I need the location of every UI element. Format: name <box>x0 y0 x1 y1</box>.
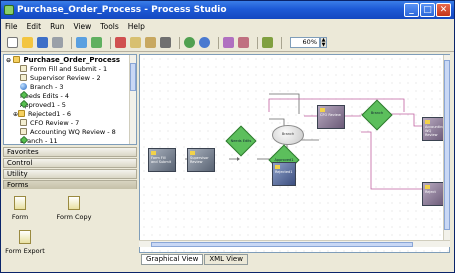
menu-help[interactable]: Help <box>128 22 145 31</box>
tree-item[interactable]: ⊕ Rejected1 - 6 <box>13 110 71 118</box>
folder-icon <box>18 110 26 117</box>
tree-item[interactable]: Branch - 11 <box>19 135 58 144</box>
zoom-field[interactable]: 60% <box>290 37 320 48</box>
folder-icon <box>13 56 21 63</box>
tree-item[interactable]: Accounting WQ Review - 8 <box>20 128 116 136</box>
document-icon <box>20 74 27 81</box>
canvas-horizontal-scrollbar[interactable] <box>139 240 450 247</box>
document-icon <box>20 119 27 126</box>
sphere-icon <box>20 83 27 90</box>
forms-palette: Form Form Copy Form Export <box>3 189 137 269</box>
minimize-button[interactable]: _ <box>404 3 419 17</box>
delete-icon[interactable] <box>160 37 171 48</box>
menu-edit[interactable]: Edit <box>27 22 42 31</box>
app-icon <box>4 5 14 15</box>
diagram-links <box>185 93 427 191</box>
view-tabs: Graphical View XML View <box>141 254 249 266</box>
accordion-favorites[interactable]: Favorites <box>3 147 137 157</box>
tree-root[interactable]: ⊖ Purchase_Order_Process <box>6 56 120 64</box>
window-title: Purchase_Order_Process - Process Studio <box>17 5 227 15</box>
tree-item[interactable]: CFO Review - 7 <box>20 119 79 127</box>
tree-item[interactable]: Form Fill and Submit - 1 <box>20 65 107 73</box>
tree-item[interactable]: Approved1 - 5 <box>19 99 66 109</box>
status-bar <box>1 268 454 272</box>
diagram-branch-node[interactable]: Branch <box>272 125 304 145</box>
form-export-item[interactable]: Form Export <box>5 230 45 255</box>
import-icon[interactable] <box>76 37 87 48</box>
cut-icon[interactable] <box>115 37 126 48</box>
left-panel: ⊖ Purchase_Order_Process Form Fill and S… <box>3 54 137 269</box>
align-icon[interactable] <box>223 37 234 48</box>
tree-item[interactable]: Supervisor Review - 2 <box>20 74 101 82</box>
tree-item[interactable]: Needs Edits - 4 <box>19 90 69 100</box>
title-bar: Purchase_Order_Process - Process Studio … <box>1 1 454 19</box>
open-icon[interactable] <box>22 37 33 48</box>
print-icon[interactable] <box>52 37 63 48</box>
diagram-task-node[interactable]: Supervisor Review <box>187 148 215 172</box>
toolbar: 60% ▲ ▼ <box>1 34 454 52</box>
export-icon[interactable] <box>91 37 102 48</box>
new-icon[interactable] <box>7 37 18 48</box>
close-button[interactable]: ✕ <box>436 3 451 17</box>
document-icon <box>20 65 27 72</box>
run-icon[interactable] <box>184 37 195 48</box>
canvas-vertical-scrollbar[interactable] <box>443 55 450 240</box>
copy-icon[interactable] <box>130 37 141 48</box>
process-tree: ⊖ Purchase_Order_Process Form Fill and S… <box>3 54 137 145</box>
form-copy-item[interactable]: Form Copy <box>55 196 93 221</box>
maximize-button[interactable]: □ <box>420 3 435 17</box>
menu-run[interactable]: Run <box>50 22 64 31</box>
debug-icon[interactable] <box>199 37 210 48</box>
diagram-task-node[interactable]: Form Fill and Submit <box>148 148 176 172</box>
process-studio-window: Purchase_Order_Process - Process Studio … <box>0 0 455 273</box>
menu-view[interactable]: View <box>73 22 91 31</box>
distribute-icon[interactable] <box>238 37 249 48</box>
form-icon <box>14 196 26 210</box>
tree-scrollbar[interactable] <box>129 55 136 144</box>
accordion-utility[interactable]: Utility <box>3 169 137 179</box>
diagram-task-node[interactable]: CFO Review <box>317 105 345 129</box>
tree-item[interactable]: Branch - 3 <box>20 83 64 91</box>
paste-icon[interactable] <box>145 37 156 48</box>
diagram-task-node[interactable]: Rejected1 <box>272 162 296 186</box>
save-icon[interactable] <box>37 37 48 48</box>
form-copy-icon <box>68 196 80 210</box>
diagram-node-label: Needs Edits <box>230 139 252 143</box>
layout-icon[interactable] <box>262 37 273 48</box>
tab-xml-view[interactable]: XML View <box>204 254 248 265</box>
document-icon <box>20 128 27 135</box>
tab-graphical-view[interactable]: Graphical View <box>141 254 204 265</box>
menu-file[interactable]: File <box>5 22 18 31</box>
diagram-node-label: Branch <box>370 111 384 115</box>
form-export-icon <box>19 230 31 244</box>
menu-tools[interactable]: Tools <box>100 22 118 31</box>
zoom-spinner[interactable]: ▲ ▼ <box>320 37 327 48</box>
menu-bar: File Edit Run View Tools Help <box>1 20 454 33</box>
form-item[interactable]: Form <box>9 196 31 221</box>
accordion-control[interactable]: Control <box>3 158 137 168</box>
